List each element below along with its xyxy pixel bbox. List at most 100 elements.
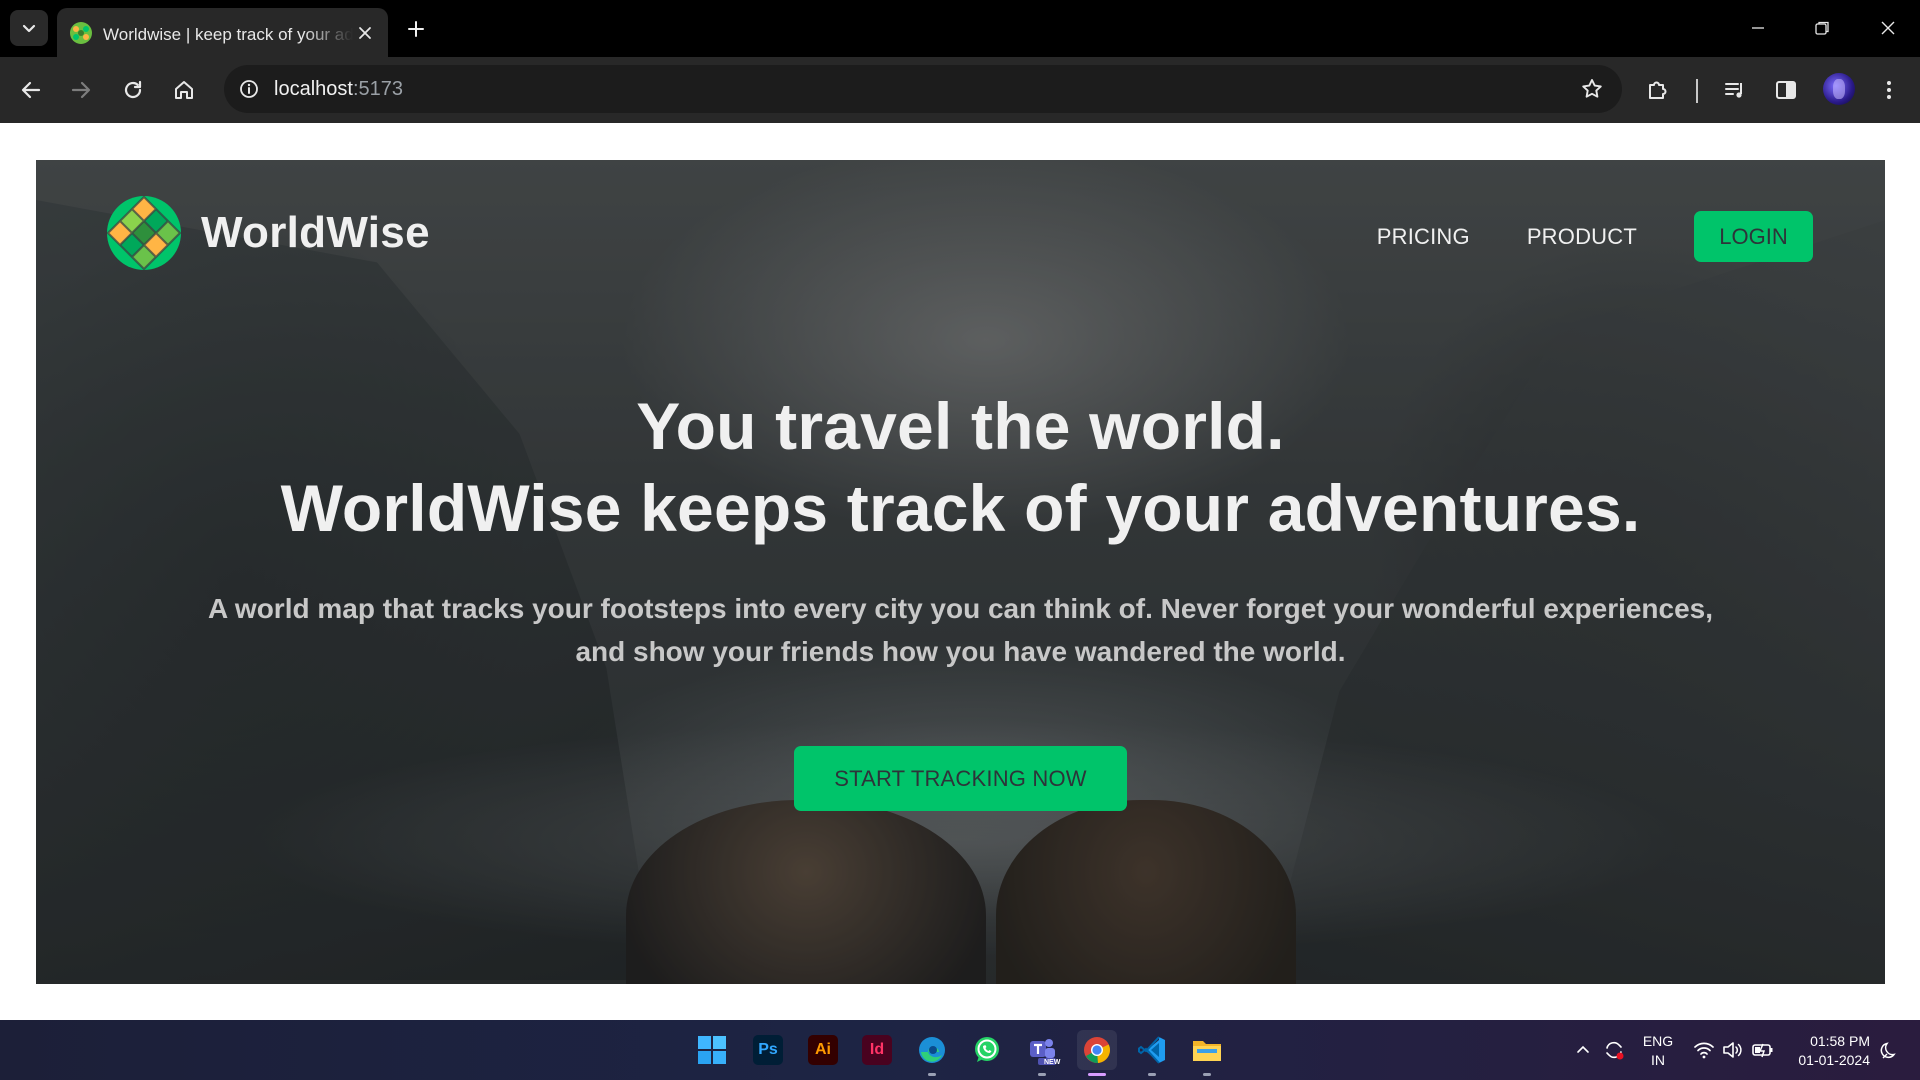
info-icon: [240, 80, 258, 98]
media-controls-button[interactable]: [1716, 71, 1754, 109]
chevron-up-icon: [1577, 1045, 1589, 1053]
tab-close-button[interactable]: [353, 21, 377, 45]
photoshop-icon-label: Ps: [758, 1041, 778, 1058]
windows-taskbar: Ps Ai Id NEW ENG IN 01:58 PM 01-01-2024: [0, 1020, 1920, 1080]
vscode-running-indicator: [1148, 1073, 1156, 1076]
brand-logo[interactable]: WorldWise: [106, 195, 430, 271]
nav-pricing-link[interactable]: PRICING: [1377, 224, 1470, 250]
url-text: localhost:5173: [274, 78, 403, 101]
forward-button[interactable]: [62, 71, 100, 109]
browser-tab-strip: Worldwise | keep track of your adventure…: [0, 0, 1920, 57]
illustrator-icon-label: Ai: [815, 1041, 831, 1058]
page-viewport: WorldWise PRICING PRODUCT LOGIN You trav…: [0, 123, 1920, 1020]
home-button[interactable]: [165, 71, 203, 109]
worldwise-logo-icon: [107, 196, 181, 270]
reload-icon: [124, 80, 142, 99]
bookmark-button[interactable]: [1578, 75, 1606, 103]
browser-toolbar: localhost:5173: [0, 57, 1920, 123]
side-panel-button[interactable]: [1767, 71, 1805, 109]
explorer-running-indicator: [1203, 1073, 1211, 1076]
wifi-tray-button[interactable]: [1692, 1038, 1716, 1062]
windows-logo-icon: [698, 1036, 726, 1064]
arrow-left-icon: [21, 81, 41, 99]
main-nav: PRICING PRODUCT LOGIN: [1377, 211, 1813, 262]
battery-tray-button[interactable]: [1751, 1038, 1775, 1062]
browser-menu-button[interactable]: [1870, 71, 1908, 109]
profile-avatar[interactable]: [1823, 73, 1855, 105]
close-window-button[interactable]: [1868, 10, 1908, 46]
hero-subtitle: A world map that tracks your footsteps i…: [207, 593, 1714, 667]
chrome-icon: [1084, 1037, 1110, 1064]
url-host: localhost: [274, 78, 353, 100]
clock-time: 01:58 PM: [1810, 1033, 1870, 1049]
folder-icon: [1193, 1041, 1221, 1061]
focus-assist-button[interactable]: [1878, 1038, 1902, 1062]
side-panel-icon: [1776, 81, 1796, 99]
toolbar-divider: [1696, 79, 1698, 103]
chevron-down-icon: [22, 24, 36, 33]
indesign-icon-label: Id: [869, 1041, 885, 1058]
address-bar[interactable]: localhost:5173: [224, 65, 1622, 113]
taskbar-indesign[interactable]: Id: [857, 1030, 897, 1070]
hero-headline-line-2: WorldWise keeps track of your adventures…: [280, 471, 1641, 545]
language-region: IN: [1651, 1052, 1665, 1068]
url-port: :5173: [352, 78, 403, 100]
speaker-icon: [1723, 1042, 1742, 1058]
reload-button[interactable]: [114, 71, 152, 109]
taskbar-photoshop[interactable]: Ps: [748, 1030, 788, 1070]
site-info-button[interactable]: [234, 74, 264, 104]
puzzle-icon: [1649, 81, 1667, 99]
sync-icon: [1606, 1041, 1624, 1060]
minimize-icon: [1752, 27, 1764, 29]
active-tab[interactable]: Worldwise | keep track of your adventure…: [57, 8, 388, 57]
worldwise-favicon-icon: [70, 22, 92, 44]
hero-section: WorldWise PRICING PRODUCT LOGIN You trav…: [36, 160, 1885, 984]
teams-running-indicator: [1038, 1073, 1046, 1076]
taskbar-file-explorer[interactable]: [1187, 1030, 1227, 1070]
taskbar-vscode[interactable]: [1132, 1030, 1172, 1070]
photoshop-icon: Ps: [753, 1035, 783, 1065]
nav-product-link[interactable]: PRODUCT: [1527, 224, 1637, 250]
vscode-icon: [1138, 1036, 1165, 1064]
tab-search-button[interactable]: [10, 10, 48, 46]
plus-icon: [408, 21, 424, 37]
close-icon: [359, 27, 371, 39]
moon-icon: [1880, 1042, 1896, 1059]
language-indicator[interactable]: ENG IN: [1640, 1032, 1676, 1070]
taskbar-chrome[interactable]: [1077, 1030, 1117, 1070]
hero-overlay: [36, 160, 1885, 984]
sync-tray-button[interactable]: [1602, 1038, 1626, 1062]
volume-tray-button[interactable]: [1720, 1038, 1744, 1062]
chrome-active-indicator: [1088, 1073, 1106, 1076]
arrow-right-icon: [71, 81, 91, 99]
back-button[interactable]: [12, 71, 50, 109]
illustrator-icon: Ai: [808, 1035, 838, 1065]
taskbar-teams[interactable]: NEW: [1022, 1030, 1062, 1070]
teams-new-badge: NEW: [1044, 1059, 1061, 1066]
extensions-button[interactable]: [1639, 71, 1677, 109]
brand-name: WorldWise: [201, 208, 430, 257]
media-queue-icon: [1725, 83, 1742, 98]
taskbar-illustrator[interactable]: Ai: [803, 1030, 843, 1070]
close-window-icon: [1881, 21, 1895, 35]
edge-running-indicator: [928, 1073, 936, 1076]
taskbar-whatsapp[interactable]: [967, 1030, 1007, 1070]
nav-login-button[interactable]: LOGIN: [1694, 211, 1813, 262]
start-tracking-button[interactable]: START TRACKING NOW: [794, 746, 1127, 811]
show-hidden-icons-button[interactable]: [1571, 1038, 1595, 1062]
new-tab-button[interactable]: [399, 12, 433, 46]
taskbar-edge[interactable]: [912, 1030, 952, 1070]
restore-button[interactable]: [1802, 10, 1842, 46]
home-icon: [175, 81, 193, 99]
language-code: ENG: [1642, 1033, 1674, 1049]
star-icon: [1582, 79, 1602, 98]
hero-headline-line-1: You travel the world.: [636, 389, 1285, 463]
minimize-button[interactable]: [1738, 10, 1778, 46]
whatsapp-icon: [975, 1037, 999, 1062]
wifi-icon: [1694, 1042, 1714, 1059]
edge-browser-icon: [919, 1037, 945, 1063]
indesign-icon: Id: [862, 1035, 892, 1065]
kebab-menu-icon: [1887, 81, 1891, 99]
taskbar-start-button[interactable]: [692, 1030, 732, 1070]
system-clock[interactable]: 01:58 PM 01-01-2024: [1790, 1032, 1870, 1070]
